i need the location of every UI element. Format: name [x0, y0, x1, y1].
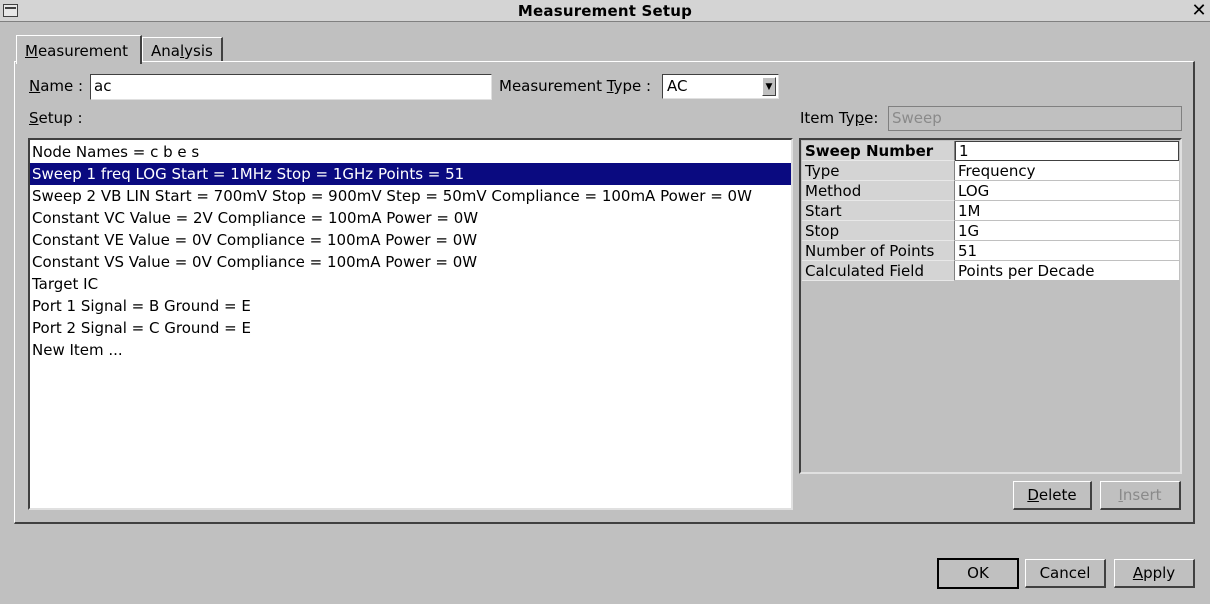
property-name: Sweep Number	[802, 141, 955, 161]
list-item[interactable]: Sweep 1 freq LOG Start = 1MHz Stop = 1GH…	[30, 163, 791, 185]
table-row: Calculated Field Points per Decade	[802, 261, 1179, 281]
setup-list[interactable]: Node Names = c b e s Sweep 1 freq LOG St…	[28, 138, 793, 510]
dropdown-arrow-icon[interactable]: ▼	[762, 77, 776, 96]
property-name: Start	[802, 201, 955, 221]
list-item[interactable]: Target IC	[30, 273, 791, 295]
tab-analysis-label: Analysis	[151, 42, 213, 60]
property-name: Number of Points	[802, 241, 955, 261]
table-row: Number of Points 51	[802, 241, 1179, 261]
property-name: Type	[802, 161, 955, 181]
list-item[interactable]: Port 2 Signal = C Ground = E	[30, 317, 791, 339]
list-item[interactable]: Constant VE Value = 0V Compliance = 100m…	[30, 229, 791, 251]
table-row: Type Frequency	[802, 161, 1179, 181]
window-title: Measurement Setup	[517, 2, 693, 20]
list-item[interactable]: Sweep 2 VB LIN Start = 700mV Stop = 900m…	[30, 185, 791, 207]
title-bar: Measurement Setup ✕	[0, 0, 1210, 22]
apply-button[interactable]: Apply	[1114, 559, 1195, 588]
property-value-field[interactable]: 1G	[955, 221, 1179, 241]
list-item[interactable]: Constant VC Value = 2V Compliance = 100m…	[30, 207, 791, 229]
list-item[interactable]: Constant VS Value = 0V Compliance = 100m…	[30, 251, 791, 273]
cancel-button[interactable]: Cancel	[1025, 559, 1106, 588]
property-name: Stop	[802, 221, 955, 241]
name-label: Name :	[29, 77, 84, 95]
property-value-field[interactable]: 1M	[955, 201, 1179, 221]
table-row: Start 1M	[802, 201, 1179, 221]
item-type-label: Item Type:	[800, 109, 879, 127]
table-row: Stop 1G	[802, 221, 1179, 241]
tab-measurement[interactable]: Measurement	[16, 35, 142, 64]
measurement-type-label: Measurement Type :	[499, 77, 652, 95]
close-icon[interactable]: ✕	[1190, 0, 1208, 22]
property-name: Method	[802, 181, 955, 201]
tab-measurement-label: Measurement	[25, 42, 128, 60]
property-value-field[interactable]: Frequency	[955, 161, 1179, 181]
list-item[interactable]: Node Names = c b e s	[30, 141, 791, 163]
property-value-field[interactable]: 51	[955, 241, 1179, 261]
list-item[interactable]: Port 1 Signal = B Ground = E	[30, 295, 791, 317]
list-item[interactable]: New Item ...	[30, 339, 791, 361]
tab-analysis[interactable]: Analysis	[142, 37, 223, 62]
table-row: Sweep Number 1	[802, 141, 1179, 161]
property-value-field[interactable]: 1	[955, 141, 1179, 161]
item-type-field: Sweep	[888, 106, 1182, 131]
properties-table: Sweep Number 1 Type Frequency Method LOG…	[799, 138, 1182, 474]
property-value-field[interactable]: LOG	[955, 181, 1179, 201]
setup-label: Setup :	[29, 109, 83, 127]
ok-button[interactable]: OK	[937, 558, 1019, 589]
property-value-field[interactable]: Points per Decade	[955, 261, 1179, 281]
insert-button[interactable]: Insert	[1100, 481, 1181, 510]
delete-button[interactable]: Delete	[1013, 481, 1092, 510]
name-input[interactable]: ac	[90, 74, 492, 100]
property-name: Calculated Field	[802, 261, 955, 281]
table-row: Method LOG	[802, 181, 1179, 201]
